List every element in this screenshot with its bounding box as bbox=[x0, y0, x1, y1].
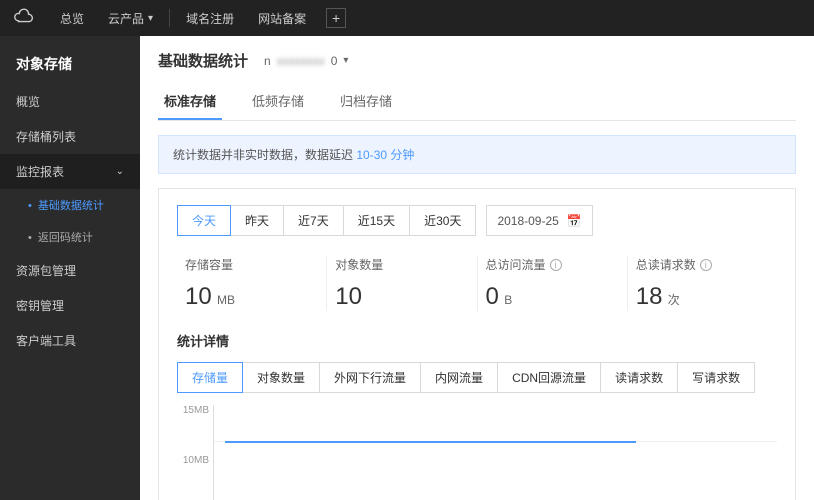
bucket-prefix: n bbox=[264, 54, 271, 68]
nav-overview[interactable]: 总览 bbox=[48, 0, 96, 36]
info-icon[interactable]: i bbox=[550, 259, 562, 271]
stat-value: 0 bbox=[486, 283, 499, 310]
nav-icp[interactable]: 网站备案 bbox=[246, 0, 318, 36]
y-tick: 15MB bbox=[177, 405, 209, 416]
stat-value: 10 bbox=[335, 283, 362, 310]
calendar-icon: 📅 bbox=[567, 214, 582, 228]
tab-standard[interactable]: 标准存储 bbox=[158, 83, 222, 120]
range-yesterday[interactable]: 昨天 bbox=[230, 205, 284, 236]
summary-stats: 存储容量 10 MB 对象数量 10 总访问流量 i 0 B 总读请求数 i 18 次 bbox=[177, 256, 777, 311]
metric-tab[interactable]: CDN回源流量 bbox=[497, 362, 601, 393]
stats-card: 今天 昨天 近7天 近15天 近30天 2018-09-25 📅 存储容量 10 … bbox=[158, 188, 796, 500]
range-7d[interactable]: 近7天 bbox=[283, 205, 344, 236]
stat-label: 总读请求数 i bbox=[636, 256, 777, 273]
sidebar-sub-basic-stats[interactable]: 基础数据统计 bbox=[0, 189, 140, 221]
chart-y-axis: 15MB 10MB 0MB bbox=[177, 405, 209, 500]
metric-tabs: 存储量对象数量外网下行流量内网流量CDN回源流量读请求数写请求数 bbox=[177, 362, 777, 393]
stat-block: 存储容量 10 MB bbox=[177, 256, 327, 311]
chevron-down-icon: ▾ bbox=[148, 13, 153, 24]
stat-block: 对象数量 10 bbox=[327, 256, 477, 311]
notice-highlight: 10-30 分钟 bbox=[356, 148, 414, 162]
stat-block: 总读请求数 i 18 次 bbox=[628, 256, 777, 311]
bucket-masked: xxxxxxxx bbox=[277, 54, 325, 68]
chart-series-line bbox=[225, 441, 636, 443]
storage-chart: 15MB 10MB 0MB 09月23日00:3001:0001:3002:00… bbox=[177, 405, 777, 500]
info-icon[interactable]: i bbox=[700, 259, 712, 271]
stat-label: 存储容量 bbox=[185, 256, 326, 273]
chevron-down-icon: ▾ bbox=[343, 55, 348, 66]
sidebar-item-monitor[interactable]: 监控报表 ⌄ bbox=[0, 154, 140, 189]
metric-tab[interactable]: 对象数量 bbox=[242, 362, 320, 393]
nav-products[interactable]: 云产品 ▾ bbox=[96, 0, 165, 36]
tab-archive[interactable]: 归档存储 bbox=[334, 83, 398, 120]
sidebar-title: 对象存储 bbox=[0, 44, 140, 84]
tab-infrequent[interactable]: 低频存储 bbox=[246, 83, 310, 120]
chart-plot bbox=[213, 405, 777, 500]
nav-products-label: 云产品 bbox=[108, 10, 144, 27]
sidebar-item-packages[interactable]: 资源包管理 bbox=[0, 253, 140, 288]
range-15d[interactable]: 近15天 bbox=[343, 205, 410, 236]
cloud-logo-icon[interactable] bbox=[12, 6, 36, 30]
stat-block: 总访问流量 i 0 B bbox=[478, 256, 628, 311]
storage-tabs: 标准存储 低频存储 归档存储 bbox=[158, 83, 796, 121]
date-picker[interactable]: 2018-09-25 📅 bbox=[486, 205, 592, 236]
y-tick: 10MB bbox=[177, 455, 209, 466]
main-content: 基础数据统计 n xxxxxxxx 0 ▾ 标准存储 低频存储 归档存储 统计数据并… bbox=[140, 36, 814, 500]
date-value: 2018-09-25 bbox=[497, 214, 558, 228]
metric-tab[interactable]: 内网流量 bbox=[420, 362, 498, 393]
stat-unit: 次 bbox=[664, 293, 679, 307]
sidebar-item-label: 监控报表 bbox=[16, 163, 64, 180]
time-range-row: 今天 昨天 近7天 近15天 近30天 2018-09-25 📅 bbox=[177, 205, 777, 236]
stat-unit: B bbox=[501, 293, 512, 307]
detail-title: 统计详情 bbox=[177, 331, 777, 350]
sidebar-item-overview[interactable]: 概览 bbox=[0, 84, 140, 119]
separator bbox=[169, 9, 170, 27]
metric-tab[interactable]: 读请求数 bbox=[600, 362, 678, 393]
delay-notice: 统计数据并非实时数据，数据延迟 10-30 分钟 bbox=[158, 135, 796, 174]
notice-text: 统计数据并非实时数据，数据延迟 bbox=[173, 148, 356, 162]
nav-domain[interactable]: 域名注册 bbox=[174, 0, 246, 36]
stat-value: 18 bbox=[636, 283, 663, 310]
bucket-suffix: 0 bbox=[331, 54, 338, 68]
stat-label: 总访问流量 i bbox=[486, 256, 627, 273]
bucket-selector[interactable]: n xxxxxxxx 0 ▾ bbox=[264, 54, 348, 68]
stat-value: 10 bbox=[185, 283, 212, 310]
sidebar-item-keys[interactable]: 密钥管理 bbox=[0, 288, 140, 323]
metric-tab[interactable]: 写请求数 bbox=[677, 362, 755, 393]
add-button[interactable]: + bbox=[326, 8, 346, 28]
sidebar-sub-return-code[interactable]: 返回码统计 bbox=[0, 221, 140, 253]
stat-unit: MB bbox=[214, 293, 235, 307]
page-title: 基础数据统计 bbox=[158, 50, 248, 71]
range-30d[interactable]: 近30天 bbox=[409, 205, 476, 236]
sidebar: 对象存储 概览 存储桶列表 监控报表 ⌄ 基础数据统计 返回码统计 资源包管理 密… bbox=[0, 36, 140, 500]
sidebar-item-buckets[interactable]: 存储桶列表 bbox=[0, 119, 140, 154]
stat-label: 对象数量 bbox=[335, 256, 476, 273]
top-bar: 总览 云产品 ▾ 域名注册 网站备案 + bbox=[0, 0, 814, 36]
metric-tab[interactable]: 外网下行流量 bbox=[319, 362, 421, 393]
sidebar-item-client[interactable]: 客户端工具 bbox=[0, 323, 140, 358]
metric-tab[interactable]: 存储量 bbox=[177, 362, 243, 393]
range-today[interactable]: 今天 bbox=[177, 205, 231, 236]
chevron-down-icon: ⌄ bbox=[116, 166, 124, 177]
